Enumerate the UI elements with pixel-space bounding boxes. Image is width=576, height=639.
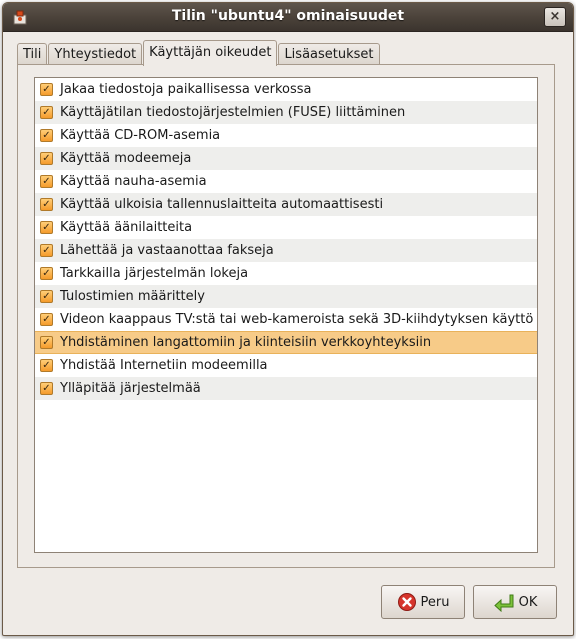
cancel-button[interactable]: Peru xyxy=(381,585,465,619)
ok-label: OK xyxy=(518,594,538,610)
privilege-row[interactable]: ✓ Käyttää CD-ROM-asemia xyxy=(35,124,537,147)
privilege-label: Yhdistäminen langattomiin ja kiinteisiin… xyxy=(60,335,432,350)
title-bar[interactable]: Tilin "ubuntu4" ominaisuudet × xyxy=(3,3,573,32)
privilege-label: Käyttää nauha-asemia xyxy=(60,174,207,189)
checkbox[interactable]: ✓ xyxy=(40,313,53,326)
window-title: Tilin "ubuntu4" ominaisuudet xyxy=(171,8,405,24)
users-admin-icon[interactable] xyxy=(11,8,29,26)
checkbox[interactable]: ✓ xyxy=(40,382,53,395)
tab-lisaasetukset[interactable]: Lisäasetukset xyxy=(278,43,380,65)
privilege-row-selected[interactable]: ✓ Yhdistäminen langattomiin ja kiinteisii… xyxy=(35,331,537,354)
checkbox[interactable]: ✓ xyxy=(40,290,53,303)
privilege-row[interactable]: ✓ Yhdistää Internetiin modeemilla xyxy=(35,354,537,377)
close-icon: × xyxy=(549,9,561,24)
privilege-label: Käyttää ulkoisia tallennuslaitteita auto… xyxy=(60,197,384,212)
privilege-label: Tulostimien määrittely xyxy=(60,289,205,304)
tab-kayttajan-oikeudet[interactable]: Käyttäjän oikeudet xyxy=(143,40,278,66)
checkbox[interactable]: ✓ xyxy=(40,359,53,372)
tab-yhteystiedot[interactable]: Yhteystiedot xyxy=(48,43,143,65)
checkbox[interactable]: ✓ xyxy=(40,244,53,257)
privilege-label: Käyttää CD-ROM-asemia xyxy=(60,128,221,143)
ok-arrow-icon xyxy=(493,592,515,612)
privilege-row[interactable]: ✓ Jakaa tiedostoja paikallisessa verkossa xyxy=(35,78,537,101)
checkbox[interactable]: ✓ xyxy=(40,129,53,142)
privilege-row[interactable]: ✓ Käyttää ulkoisia tallennuslaitteita aut… xyxy=(35,193,537,216)
checkbox[interactable]: ✓ xyxy=(40,175,53,188)
privilege-row[interactable]: ✓ Käyttää nauha-asemia xyxy=(35,170,537,193)
checkbox[interactable]: ✓ xyxy=(40,336,53,349)
tab-panel: ✓ Jakaa tiedostoja paikallisessa verkossa… xyxy=(17,64,555,568)
ok-button[interactable]: OK xyxy=(473,585,557,619)
tab-bar: Tili Yhteystiedot Käyttäjän oikeudet Lis… xyxy=(17,40,381,66)
privileges-list: ✓ Jakaa tiedostoja paikallisessa verkossa… xyxy=(34,77,538,553)
privilege-row[interactable]: ✓ Lähettää ja vastaanottaa fakseja xyxy=(35,239,537,262)
checkbox[interactable]: ✓ xyxy=(40,152,53,165)
privilege-row[interactable]: ✓ Käyttää modeemeja xyxy=(35,147,537,170)
privilege-row[interactable]: ✓ Ylläpitää järjestelmää xyxy=(35,377,537,400)
checkbox[interactable]: ✓ xyxy=(40,106,53,119)
privilege-label: Yhdistää Internetiin modeemilla xyxy=(60,358,268,373)
cancel-label: Peru xyxy=(420,594,450,610)
privilege-row[interactable]: ✓ Käyttäjätilan tiedostojärjestelmien (FU… xyxy=(35,101,537,124)
privilege-label: Tarkkailla järjestelmän lokeja xyxy=(60,266,249,281)
cancel-icon xyxy=(397,592,417,612)
privilege-row[interactable]: ✓ Käyttää äänilaitteita xyxy=(35,216,537,239)
checkbox[interactable]: ✓ xyxy=(40,267,53,280)
checkbox[interactable]: ✓ xyxy=(40,83,53,96)
checkbox[interactable]: ✓ xyxy=(40,198,53,211)
privilege-label: Lähettää ja vastaanottaa fakseja xyxy=(60,243,274,258)
privilege-row[interactable]: ✓ Tulostimien määrittely xyxy=(35,285,537,308)
privilege-label: Videon kaappaus TV:stä tai web-kameroist… xyxy=(60,312,534,327)
privilege-row[interactable]: ✓ Tarkkailla järjestelmän lokeja xyxy=(35,262,537,285)
properties-dialog: Tilin "ubuntu4" ominaisuudet × Tili Yhte… xyxy=(2,2,574,636)
privilege-label: Käyttäjätilan tiedostojärjestelmien (FUS… xyxy=(60,105,406,120)
privilege-row[interactable]: ✓ Videon kaappaus TV:stä tai web-kamerois… xyxy=(35,308,537,331)
close-button[interactable]: × xyxy=(544,7,566,27)
privilege-label: Käyttää modeemeja xyxy=(60,151,192,166)
privilege-label: Jakaa tiedostoja paikallisessa verkossa xyxy=(60,82,312,97)
privilege-label: Käyttää äänilaitteita xyxy=(60,220,193,235)
privilege-label: Ylläpitää järjestelmää xyxy=(60,381,201,396)
tab-tili[interactable]: Tili xyxy=(17,43,48,65)
checkbox[interactable]: ✓ xyxy=(40,221,53,234)
